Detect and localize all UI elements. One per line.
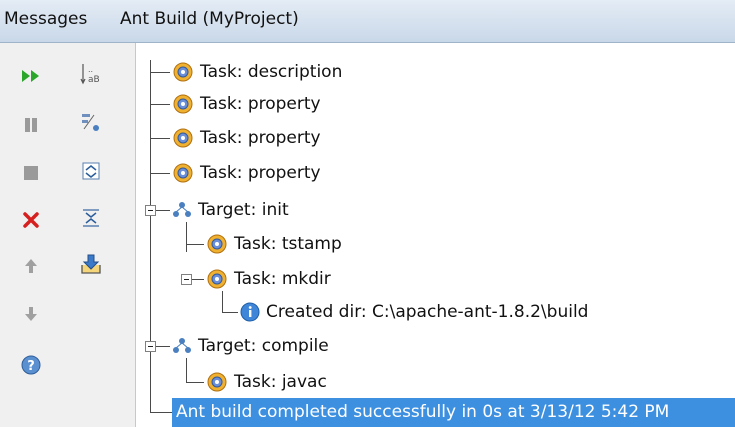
tree-row-label: Task: mkdir: [234, 269, 331, 289]
collapse-toggle-compile[interactable]: [145, 341, 156, 352]
collapse-toggle-mkdir[interactable]: [181, 274, 192, 285]
tree-row-label: Task: property: [200, 94, 321, 114]
ant-build-tab[interactable]: Ant Build (MyProject): [120, 9, 299, 29]
tree-row-label: Task: property: [200, 128, 321, 148]
gear-icon: [207, 372, 227, 392]
tree-row-label: Created dir: C:\apache-ant-1.8.2\build: [266, 302, 589, 322]
tree-row-label: Task: property: [200, 163, 321, 183]
tree-line: [186, 222, 187, 252]
tree-line: [150, 72, 170, 73]
tree-line: [150, 173, 170, 174]
tree-row-label: Target: compile: [198, 336, 329, 356]
export-icon[interactable]: [78, 251, 104, 277]
collapse-all-icon[interactable]: [78, 205, 104, 231]
build-status-text: Ant build completed successfully in 0s a…: [176, 402, 670, 422]
help-icon[interactable]: ?: [18, 352, 44, 378]
messages-tab[interactable]: Messages: [4, 9, 87, 29]
tree-row-label: Task: javac: [234, 372, 327, 392]
down-arrow-icon[interactable]: [18, 301, 44, 327]
up-arrow-icon[interactable]: [18, 253, 44, 279]
tree-line: [222, 312, 238, 313]
tree-line: [150, 138, 170, 139]
tree-row-target[interactable]: Target: init: [172, 195, 289, 225]
target-hierarchy-icon: [173, 338, 191, 353]
tree-row-message[interactable]: Created dir: C:\apache-ant-1.8.2\build: [240, 297, 588, 327]
stop-icon[interactable]: [18, 160, 44, 186]
tree-row-label: Task: tstamp: [234, 234, 342, 254]
expand-all-icon[interactable]: [78, 158, 104, 184]
gear-icon: [173, 62, 193, 82]
tree-line: [156, 210, 170, 211]
collapse-toggle-init[interactable]: [145, 205, 156, 216]
tree-row-task[interactable]: Task: property: [172, 123, 321, 153]
tree-row-task[interactable]: Task: javac: [206, 367, 327, 397]
pause-icon[interactable]: [18, 112, 44, 138]
tree-line: [192, 279, 204, 280]
tree-row-task[interactable]: Task: property: [172, 89, 321, 119]
tree-row-target[interactable]: Target: compile: [172, 331, 329, 361]
tree-row-task[interactable]: Task: property: [172, 158, 321, 188]
svg-text:aB: aB: [88, 75, 100, 85]
tree-line: [186, 382, 204, 383]
tree-row-task[interactable]: Task: mkdir: [206, 264, 331, 294]
tree-line: [186, 358, 187, 382]
tree-row-task[interactable]: Task: description: [172, 57, 342, 87]
gear-icon: [207, 269, 227, 289]
tree-line: [150, 60, 151, 412]
gear-icon: [173, 128, 193, 148]
tree-line: [150, 104, 170, 105]
side-toolbar: ? .. aB: [0, 43, 136, 427]
filter-icon[interactable]: [78, 109, 104, 135]
tree-row-label: Task: description: [200, 62, 343, 82]
tree-row-task[interactable]: Task: tstamp: [206, 229, 342, 259]
target-hierarchy-icon: [173, 202, 191, 217]
tree-line: [186, 244, 204, 245]
tree-line: [150, 412, 172, 413]
svg-text:?: ?: [27, 359, 35, 374]
close-icon[interactable]: [18, 207, 44, 233]
gear-icon: [173, 163, 193, 183]
gear-icon: [173, 94, 193, 114]
tree-line: [156, 346, 170, 347]
tree-line: [222, 291, 223, 313]
build-status-row-selected[interactable]: Ant build completed successfully in 0s a…: [172, 398, 735, 427]
run-icon[interactable]: [18, 63, 44, 89]
tool-window-header: Messages Ant Build (MyProject): [0, 0, 735, 43]
gear-icon: [207, 234, 227, 254]
info-icon: [240, 302, 260, 322]
svg-text:..: ..: [88, 65, 93, 74]
tree-row-label: Target: init: [198, 200, 289, 220]
sort-az-icon[interactable]: .. aB: [78, 61, 104, 87]
